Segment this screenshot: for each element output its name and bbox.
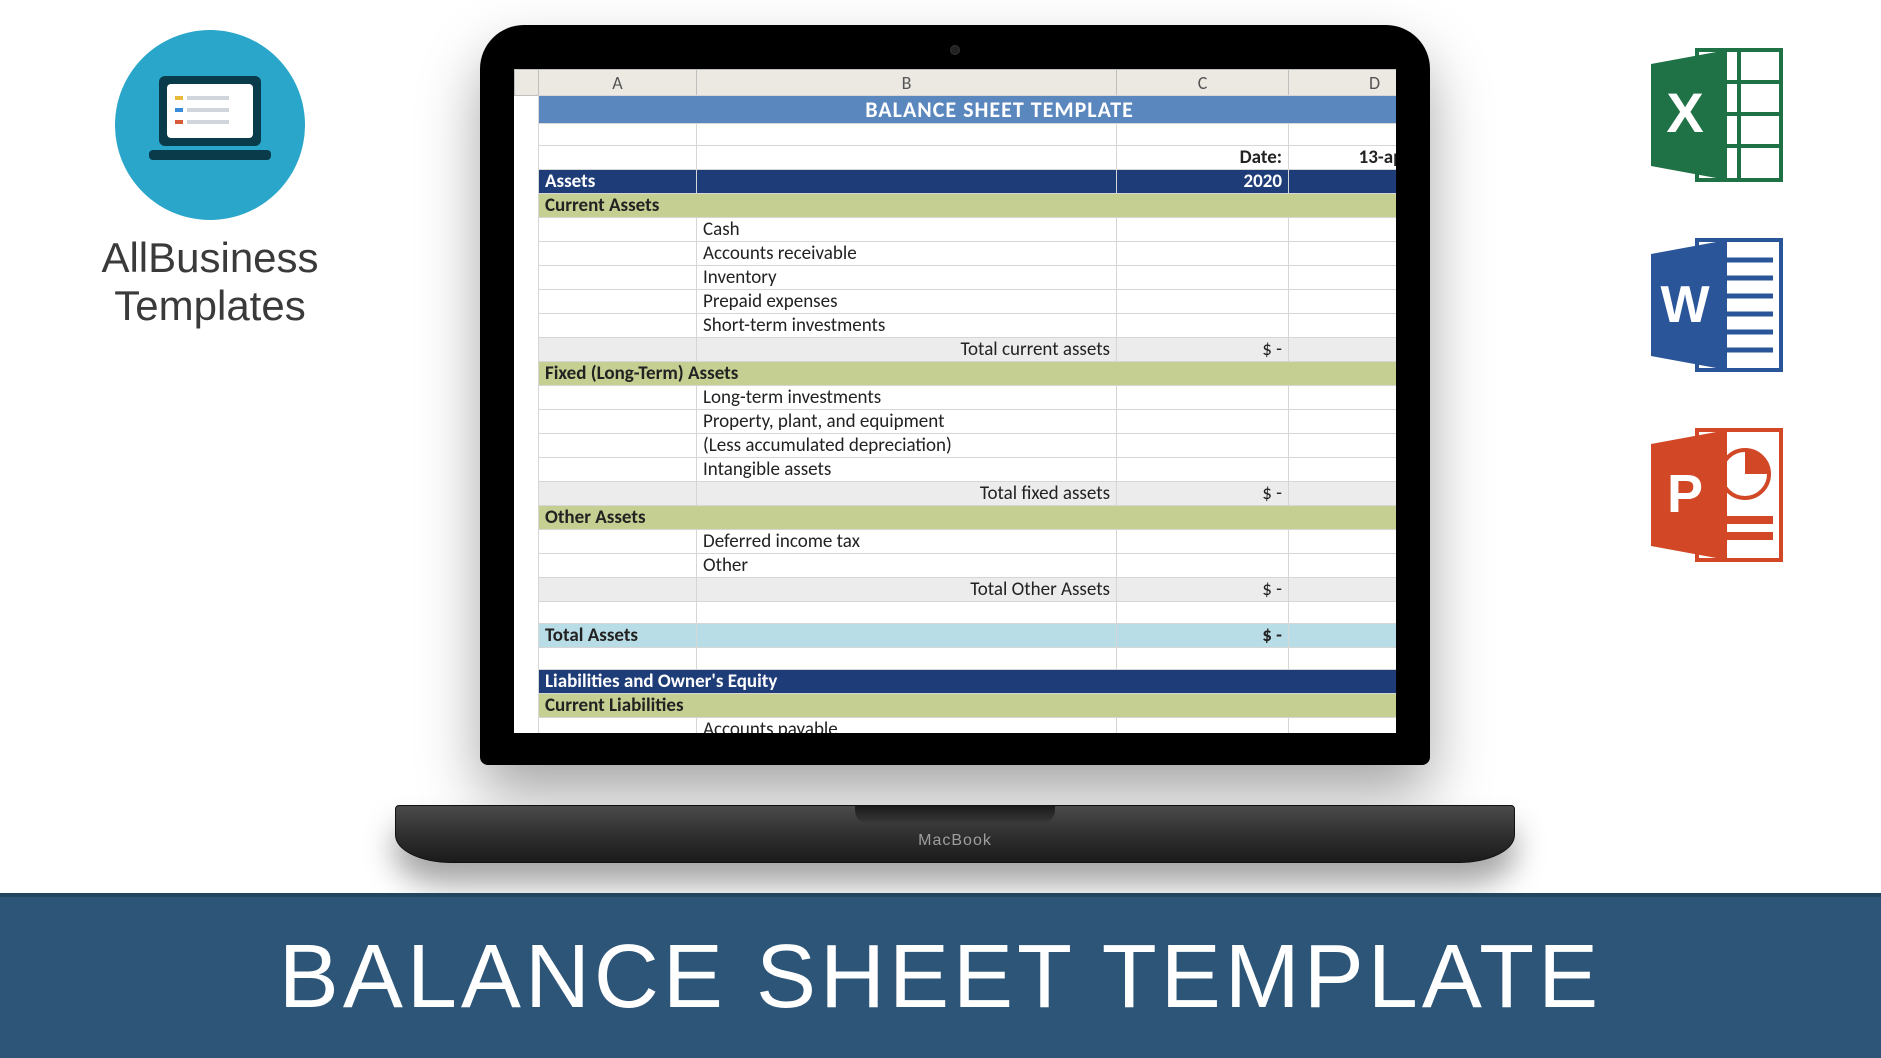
- line-item: Long-term investments: [697, 386, 1117, 410]
- line-item: Other: [697, 554, 1117, 578]
- total-c: $ -: [1117, 338, 1289, 362]
- powerpoint-icon: P: [1641, 420, 1791, 570]
- liabilities-header: Liabilities and Owner's Equity: [539, 670, 1397, 694]
- spreadsheet-grid[interactable]: BALANCE SHEET TEMPLATE Date:13-apr-2021 …: [538, 95, 1396, 733]
- line-item: Cash: [697, 218, 1117, 242]
- year-1: 2020: [1117, 170, 1289, 194]
- assets-header: Assets: [539, 170, 697, 194]
- col-header-d[interactable]: D: [1289, 70, 1397, 96]
- section-other-assets: Other Assets: [539, 506, 1397, 530]
- total-c: $ -: [1117, 578, 1289, 602]
- line-item: Property, plant, and equipment: [697, 410, 1117, 434]
- col-header-b[interactable]: B: [697, 70, 1117, 96]
- laptop-brand-label: MacBook: [918, 832, 992, 850]
- line-item: (Less accumulated depreciation): [697, 434, 1117, 458]
- excel-letter: X: [1666, 81, 1703, 144]
- laptop-screen-frame: A B C D BALANCE SHEET TEMPLATE Date:13-a…: [480, 25, 1430, 765]
- date-value: 13-apr-2021: [1289, 146, 1397, 170]
- total-c: $ -: [1117, 482, 1289, 506]
- ppt-letter: P: [1667, 464, 1703, 524]
- word-letter: W: [1660, 276, 1710, 334]
- total-d: $ -: [1289, 578, 1397, 602]
- excel-icon: X: [1641, 40, 1791, 190]
- line-item: Short-term investments: [697, 314, 1117, 338]
- select-all-cell[interactable]: [515, 70, 539, 96]
- total-label: Total current assets: [697, 338, 1117, 362]
- total-label: Total Other Assets: [697, 578, 1117, 602]
- line-item: Intangible assets: [697, 458, 1117, 482]
- brand-text: AllBusiness Templates: [90, 234, 330, 331]
- laptop-mockup: A B C D BALANCE SHEET TEMPLATE Date:13-a…: [395, 25, 1515, 885]
- brand-line1: AllBusiness: [101, 234, 318, 281]
- section-fixed-assets: Fixed (Long-Term) Assets: [539, 362, 1397, 386]
- word-icon: W: [1641, 230, 1791, 380]
- camera-icon: [950, 45, 960, 55]
- brand-block: AllBusiness Templates: [90, 30, 330, 331]
- column-headers: A B C D: [514, 69, 1396, 96]
- total-assets-c: $ -: [1117, 624, 1289, 648]
- col-header-c[interactable]: C: [1117, 70, 1289, 96]
- year-2: 2019: [1289, 170, 1397, 194]
- col-header-a[interactable]: A: [539, 70, 697, 96]
- total-assets-label: Total Assets: [539, 624, 697, 648]
- section-current-liabilities: Current Liabilities: [539, 694, 1397, 718]
- banner-title: BALANCE SHEET TEMPLATE: [279, 926, 1602, 1029]
- bottom-banner: BALANCE SHEET TEMPLATE: [0, 893, 1881, 1058]
- brand-logo-icon: [115, 30, 305, 220]
- app-icons-column: X W P: [1631, 40, 1801, 570]
- date-label: Date:: [1117, 146, 1289, 170]
- line-item: Prepaid expenses: [697, 290, 1117, 314]
- total-d: $ -: [1289, 338, 1397, 362]
- line-item: Accounts payable: [697, 718, 1117, 734]
- section-current-assets: Current Assets: [539, 194, 1397, 218]
- brand-line2: Templates: [114, 282, 305, 329]
- line-item: Deferred income tax: [697, 530, 1117, 554]
- line-item: Accounts receivable: [697, 242, 1117, 266]
- total-label: Total fixed assets: [697, 482, 1117, 506]
- total-d: $ -: [1289, 482, 1397, 506]
- laptop-base: MacBook: [395, 805, 1515, 863]
- line-item: Inventory: [697, 266, 1117, 290]
- total-assets-d: $ -: [1289, 624, 1397, 648]
- spreadsheet-viewport: A B C D BALANCE SHEET TEMPLATE Date:13-a…: [514, 69, 1396, 733]
- sheet-title: BALANCE SHEET TEMPLATE: [539, 96, 1397, 124]
